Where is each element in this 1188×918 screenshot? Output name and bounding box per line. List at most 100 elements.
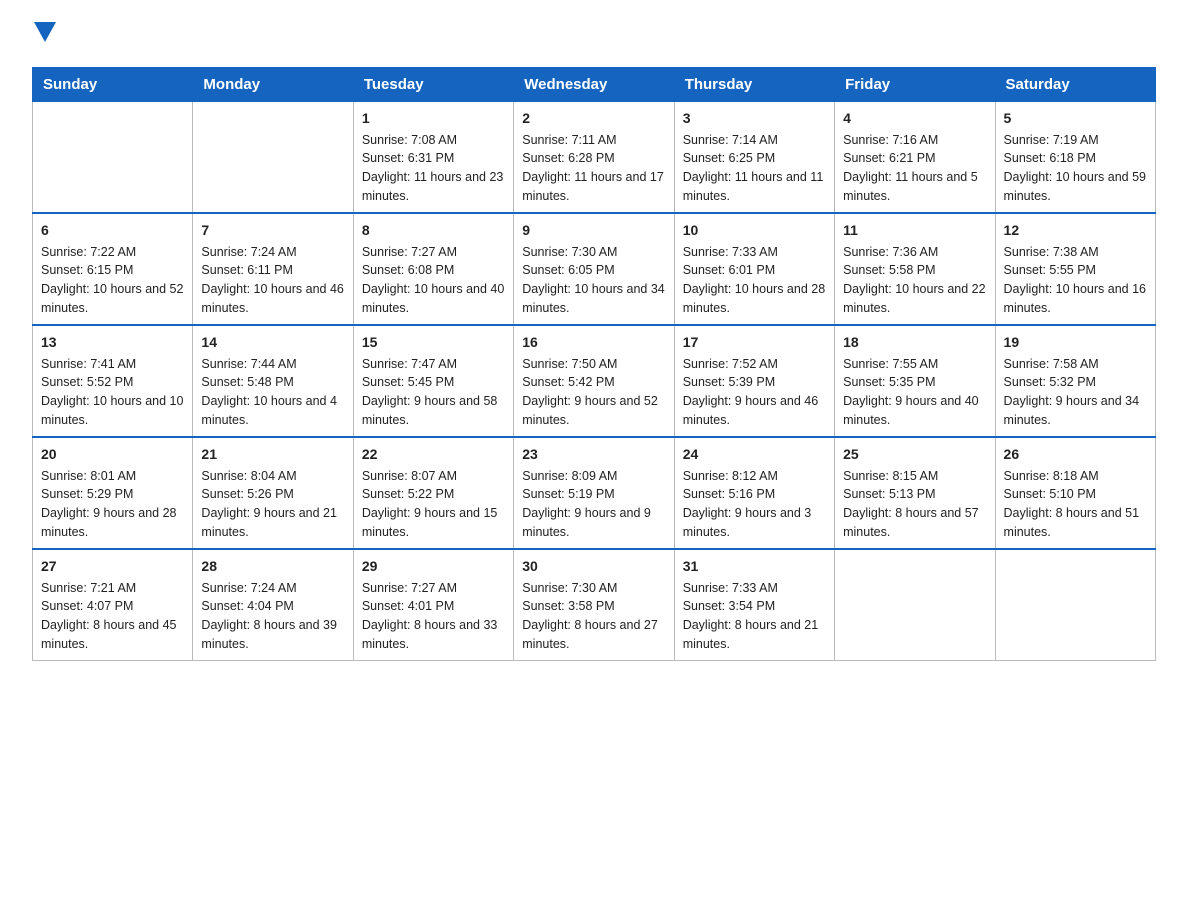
sunrise-text: Sunrise: 8:18 AM [1004,469,1099,483]
daylight-text: Daylight: 10 hours and 22 minutes. [843,282,985,315]
sunset-text: Sunset: 3:58 PM [522,599,614,613]
calendar-cell: 23Sunrise: 8:09 AMSunset: 5:19 PMDayligh… [514,437,674,549]
weekday-header-friday: Friday [835,67,995,101]
sunset-text: Sunset: 5:19 PM [522,487,614,501]
weekday-header-thursday: Thursday [674,67,834,101]
calendar-cell: 16Sunrise: 7:50 AMSunset: 5:42 PMDayligh… [514,325,674,437]
sunrise-text: Sunrise: 7:33 AM [683,581,778,595]
calendar-week-row: 13 Sunrise: 7:41 AM Sunset: 5:52 PM Dayligh… [33,325,1156,437]
sunrise-text: Sunrise: 7:38 AM [1004,245,1099,259]
calendar-week-row: 1Sunrise: 7:08 AMSunset: 6:31 PMDaylight… [33,101,1156,213]
sunrise-text: Sunrise: 8:01 AM [41,469,136,483]
sunset-text: Sunset: 6:21 PM [843,151,935,165]
sunset-text: Sunset: 6:31 PM [362,151,454,165]
calendar-week-row: 6Sunrise: 7:22 AMSunset: 6:15 PMDaylight… [33,213,1156,325]
weekday-header-saturday: Saturday [995,67,1155,101]
daylight-text: Daylight: 10 hours and 40 minutes. [362,282,504,315]
daylight-text: Daylight: 8 hours and 57 minutes. [843,506,979,539]
day-number: 29 [362,556,505,577]
sunset-text: Sunset: 6:18 PM [1004,151,1096,165]
sunset-text: Sunset: 4:07 PM [41,599,133,613]
weekday-header-sunday: Sunday [33,67,193,101]
calendar-week-row: 27Sunrise: 7:21 AMSunset: 4:07 PMDayligh… [33,549,1156,661]
day-number: 24 [683,444,826,465]
day-number: 13 [41,332,184,353]
sunset-text: Sunset: 5:16 PM [683,487,775,501]
sunrise-text: Sunrise: 7:14 AM [683,133,778,147]
sunset-text: Sunset: 5:55 PM [1004,263,1096,277]
day-number: 11 [843,220,986,241]
daylight-text: Daylight: 10 hours and 28 minutes. [683,282,825,315]
calendar-table: SundayMondayTuesdayWednesdayThursdayFrid… [32,67,1156,661]
sunset-text: Sunset: 6:01 PM [683,263,775,277]
sunset-text: Sunset: 6:15 PM [41,263,133,277]
daylight-text: Daylight: 9 hours and 21 minutes. [201,506,337,539]
calendar-cell: 15Sunrise: 7:47 AMSunset: 5:45 PMDayligh… [353,325,513,437]
sunrise-text: Sunrise: 7:47 AM [362,357,457,371]
calendar-cell: 26Sunrise: 8:18 AMSunset: 5:10 PMDayligh… [995,437,1155,549]
sunset-text: Sunset: 5:39 PM [683,375,775,389]
calendar-cell: 18Sunrise: 7:55 AMSunset: 5:35 PMDayligh… [835,325,995,437]
calendar-cell: 21Sunrise: 8:04 AMSunset: 5:26 PMDayligh… [193,437,353,549]
weekday-header-monday: Monday [193,67,353,101]
sunrise-text: Sunrise: 8:15 AM [843,469,938,483]
weekday-header-wednesday: Wednesday [514,67,674,101]
day-number: 27 [41,556,184,577]
sunset-text: Sunset: 5:52 PM [41,375,133,389]
sunrise-text: Sunrise: 7:30 AM [522,581,617,595]
day-number: 21 [201,444,344,465]
day-number: 10 [683,220,826,241]
sunset-text: Sunset: 6:11 PM [201,263,293,277]
sunrise-text: Sunrise: 7:30 AM [522,245,617,259]
day-number: 30 [522,556,665,577]
calendar-cell: 31Sunrise: 7:33 AMSunset: 3:54 PMDayligh… [674,549,834,661]
daylight-text: Daylight: 10 hours and 10 minutes. [41,394,183,427]
day-number: 9 [522,220,665,241]
daylight-text: Daylight: 9 hours and 28 minutes. [41,506,177,539]
daylight-text: Daylight: 8 hours and 39 minutes. [201,618,337,651]
daylight-text: Daylight: 9 hours and 3 minutes. [683,506,812,539]
daylight-text: Daylight: 10 hours and 34 minutes. [522,282,664,315]
calendar-cell: 17Sunrise: 7:52 AMSunset: 5:39 PMDayligh… [674,325,834,437]
daylight-text: Daylight: 8 hours and 45 minutes. [41,618,177,651]
calendar-cell: 2Sunrise: 7:11 AMSunset: 6:28 PMDaylight… [514,101,674,213]
sunset-text: Sunset: 5:48 PM [201,375,293,389]
sunset-text: Sunset: 5:13 PM [843,487,935,501]
calendar-cell [33,101,193,213]
daylight-text: Daylight: 9 hours and 40 minutes. [843,394,979,427]
sunrise-text: Sunrise: 7:44 AM [201,357,296,371]
day-number: 16 [522,332,665,353]
calendar-cell: 14Sunrise: 7:44 AMSunset: 5:48 PMDayligh… [193,325,353,437]
day-number: 3 [683,108,826,129]
calendar-week-row: 20Sunrise: 8:01 AMSunset: 5:29 PMDayligh… [33,437,1156,549]
daylight-text: Daylight: 11 hours and 17 minutes. [522,170,664,203]
day-number: 4 [843,108,986,129]
daylight-text: Daylight: 9 hours and 34 minutes. [1004,394,1140,427]
day-number: 17 [683,332,826,353]
daylight-text: Daylight: 9 hours and 52 minutes. [522,394,658,427]
sunrise-text: Sunrise: 8:04 AM [201,469,296,483]
day-number: 12 [1004,220,1147,241]
sunset-text: Sunset: 5:32 PM [1004,375,1096,389]
sunrise-text: Sunrise: 7:55 AM [843,357,938,371]
sunrise-text: Sunrise: 7:33 AM [683,245,778,259]
calendar-cell: 19Sunrise: 7:58 AMSunset: 5:32 PMDayligh… [995,325,1155,437]
logo-arrow-icon [34,22,56,42]
sunrise-text: Sunrise: 7:16 AM [843,133,938,147]
calendar-cell: 6Sunrise: 7:22 AMSunset: 6:15 PMDaylight… [33,213,193,325]
day-number: 28 [201,556,344,577]
day-number: 1 [362,108,505,129]
sunrise-text: Sunrise: 7:41 AM [41,357,136,371]
daylight-text: Daylight: 9 hours and 9 minutes. [522,506,651,539]
calendar-cell: 11Sunrise: 7:36 AMSunset: 5:58 PMDayligh… [835,213,995,325]
calendar-cell: 13 Sunrise: 7:41 AM Sunset: 5:52 PM Dayligh… [33,325,193,437]
daylight-text: Daylight: 11 hours and 5 minutes. [843,170,978,203]
weekday-header-row: SundayMondayTuesdayWednesdayThursdayFrid… [33,67,1156,101]
day-number: 14 [201,332,344,353]
calendar-cell: 9Sunrise: 7:30 AMSunset: 6:05 PMDaylight… [514,213,674,325]
daylight-text: Daylight: 10 hours and 46 minutes. [201,282,343,315]
sunrise-text: Sunrise: 7:50 AM [522,357,617,371]
sunrise-text: Sunrise: 8:07 AM [362,469,457,483]
day-number: 23 [522,444,665,465]
sunset-text: Sunset: 4:01 PM [362,599,454,613]
